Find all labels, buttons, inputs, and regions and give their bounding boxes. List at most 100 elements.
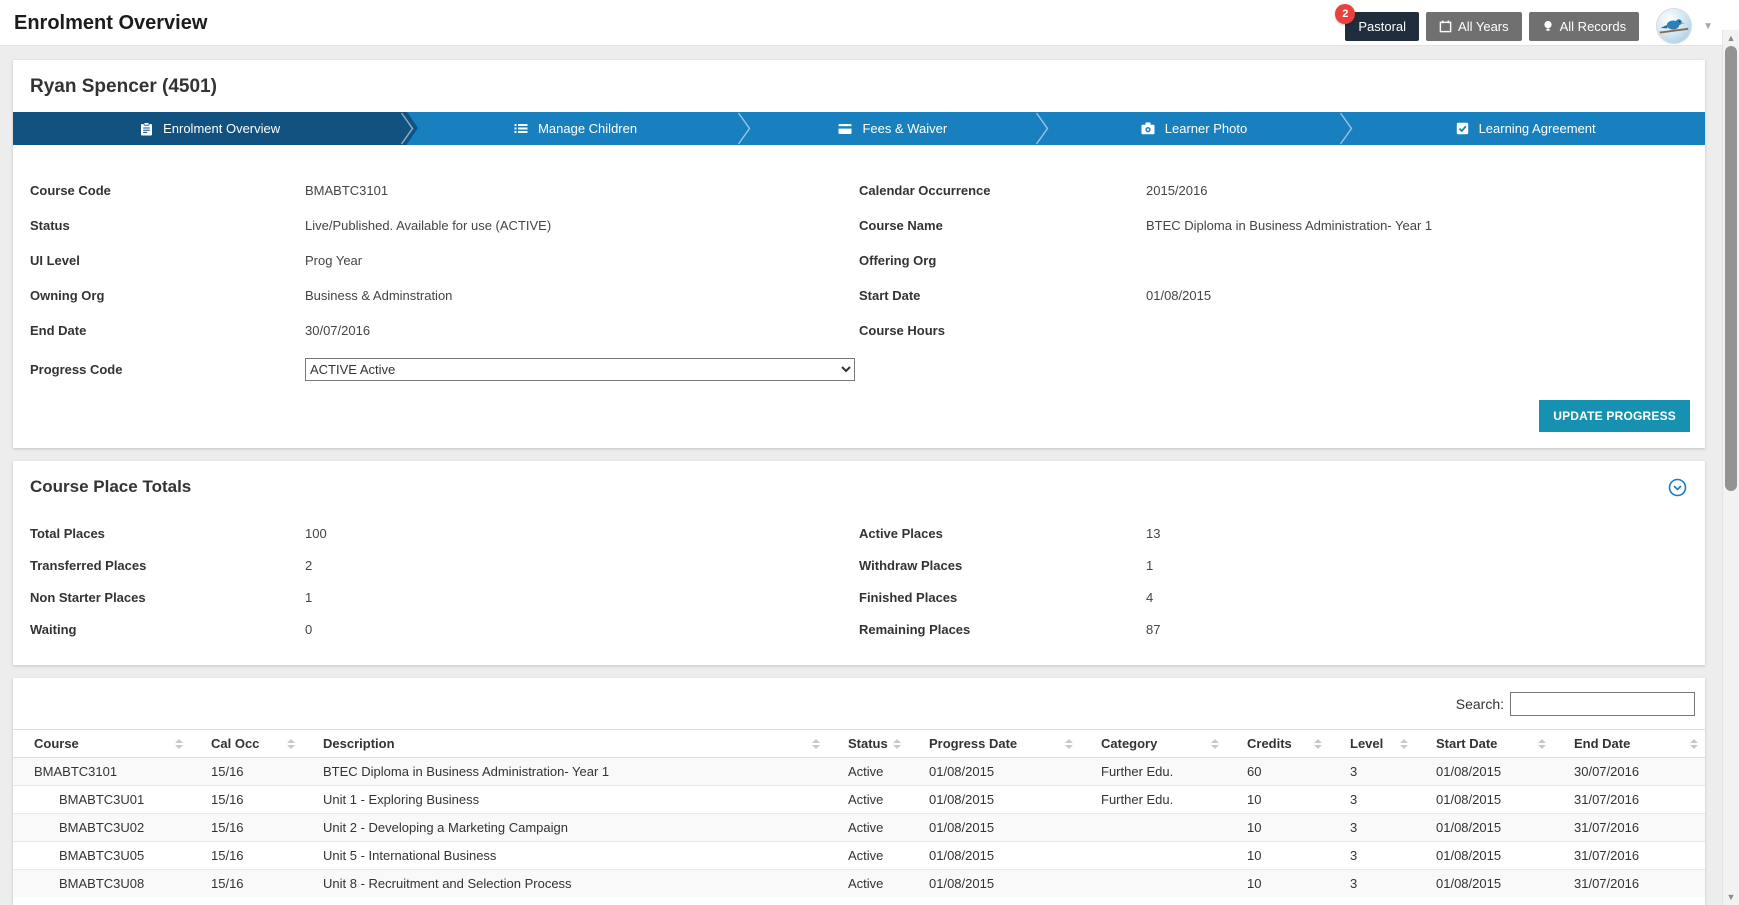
field-label: Total Places — [30, 526, 305, 541]
main-content: Ryan Spencer (4501) Enrolment Overview M… — [0, 46, 1739, 905]
field-value: 13 — [1146, 526, 1160, 541]
sort-icon — [1400, 739, 1408, 749]
field-course-code: Course Code BMABTC3101 — [13, 173, 859, 208]
notification-badge: 2 — [1335, 4, 1355, 24]
all-records-button[interactable]: All Records — [1529, 12, 1639, 41]
field-value: 87 — [1146, 622, 1160, 637]
field-ui-level: UI Level Prog Year — [13, 243, 859, 278]
totals-header: Course Place Totals — [13, 477, 1705, 497]
courses-table-card: Search: Course Cal Occ Description Statu… — [13, 678, 1705, 905]
field-label: Start Date — [859, 288, 1146, 303]
enrolment-card: Ryan Spencer (4501) Enrolment Overview M… — [13, 60, 1705, 448]
update-progress-row: UPDATE PROGRESS — [13, 390, 1705, 448]
field-label: Course Hours — [859, 323, 1146, 338]
all-records-label: All Records — [1560, 19, 1626, 34]
tab-manage-children[interactable]: Manage Children — [407, 112, 744, 145]
tab-separator — [401, 112, 414, 145]
vertical-scrollbar[interactable]: ▲ ▼ — [1722, 30, 1739, 905]
tab-separator — [1340, 112, 1353, 145]
field-value: 0 — [305, 622, 312, 637]
col-end-date[interactable]: End Date — [1553, 730, 1705, 758]
avatar[interactable] — [1656, 8, 1692, 44]
field-value: Business & Adminstration — [305, 288, 452, 303]
details-right-column: Calendar Occurrence 2015/2016 Course Nam… — [859, 173, 1705, 348]
field-course-name: Course Name BTEC Diploma in Business Adm… — [859, 208, 1705, 243]
wallet-icon — [838, 123, 852, 135]
table-row[interactable]: BMABTC3101 15/16 BTEC Diploma in Busines… — [13, 758, 1705, 786]
field-value: 100 — [305, 526, 327, 541]
totals-left-column: Total Places 100 Transferred Places 2 No… — [13, 517, 859, 645]
sort-icon — [1211, 739, 1219, 749]
table-row[interactable]: BMABTC3U05 15/16 Unit 5 - International … — [13, 842, 1705, 870]
waiting-row: Waiting 0 — [13, 613, 859, 645]
courses-table: Course Cal Occ Description Status Progre… — [13, 729, 1705, 897]
pastoral-label: Pastoral — [1358, 19, 1406, 34]
col-credits[interactable]: Credits — [1226, 730, 1329, 758]
field-value: 30/07/2016 — [305, 323, 370, 338]
all-years-button[interactable]: All Years — [1426, 12, 1522, 41]
field-label: Course Name — [859, 218, 1146, 233]
field-value: Prog Year — [305, 253, 362, 268]
table-search-row: Search: — [13, 692, 1705, 716]
active-places-row: Active Places 13 — [859, 517, 1705, 549]
total-places-row: Total Places 100 — [13, 517, 859, 549]
search-label: Search: — [1456, 696, 1504, 712]
scroll-up-arrow[interactable]: ▲ — [1723, 33, 1739, 43]
field-value: BTEC Diploma in Business Administration-… — [1146, 218, 1432, 233]
tab-learner-photo[interactable]: Learner Photo — [1042, 112, 1347, 145]
chevron-down-icon[interactable]: ▼ — [1703, 21, 1713, 32]
scroll-down-arrow[interactable]: ▼ — [1723, 892, 1739, 902]
field-owning-org: Owning Org Business & Adminstration — [13, 278, 859, 313]
table-row[interactable]: BMABTC3U01 15/16 Unit 1 - Exploring Busi… — [13, 786, 1705, 814]
field-calendar-occurrence: Calendar Occurrence 2015/2016 — [859, 173, 1705, 208]
scrollbar-thumb[interactable] — [1725, 46, 1737, 491]
tab-label: Fees & Waiver — [862, 121, 947, 136]
page-title: Enrolment Overview — [14, 12, 207, 35]
sort-icon — [812, 739, 820, 749]
top-bar: Enrolment Overview 2 Pastoral All Years … — [0, 0, 1739, 46]
sort-icon — [1690, 739, 1698, 749]
tab-enrolment-overview[interactable]: Enrolment Overview — [13, 112, 407, 145]
field-label: Non Starter Places — [30, 590, 305, 605]
col-start-date[interactable]: Start Date — [1415, 730, 1553, 758]
update-progress-button[interactable]: UPDATE PROGRESS — [1539, 400, 1690, 432]
camera-icon — [1141, 122, 1155, 135]
progress-code-select[interactable]: ACTIVE Active — [305, 358, 855, 381]
field-value: 2 — [305, 558, 312, 573]
table-row[interactable]: BMABTC3U02 15/16 Unit 2 - Developing a M… — [13, 814, 1705, 842]
col-category[interactable]: Category — [1080, 730, 1226, 758]
col-course[interactable]: Course — [13, 730, 190, 758]
col-description[interactable]: Description — [302, 730, 827, 758]
checkbox-icon — [1456, 122, 1469, 135]
sort-icon — [893, 739, 901, 749]
sort-icon — [1065, 739, 1073, 749]
non-starter-places-row: Non Starter Places 1 — [13, 581, 859, 613]
field-value: 1 — [1146, 558, 1153, 573]
collapse-chevron-icon[interactable] — [1668, 478, 1687, 497]
list-icon — [514, 122, 528, 135]
sort-icon — [287, 739, 295, 749]
field-label: Waiting — [30, 622, 305, 637]
wizard-bar: Enrolment Overview Manage Children Fees … — [13, 112, 1705, 145]
tab-separator — [737, 112, 750, 145]
table-row[interactable]: BMABTC3U08 15/16 Unit 8 - Recruitment an… — [13, 870, 1705, 898]
field-label: Status — [30, 218, 305, 233]
field-label: Remaining Places — [859, 622, 1146, 637]
search-input[interactable] — [1510, 692, 1695, 716]
tab-learning-agreement[interactable]: Learning Agreement — [1346, 112, 1705, 145]
col-progress-date[interactable]: Progress Date — [908, 730, 1080, 758]
student-heading: Ryan Spencer (4501) — [30, 76, 1705, 98]
col-cal-occ[interactable]: Cal Occ — [190, 730, 302, 758]
col-level[interactable]: Level — [1329, 730, 1415, 758]
finished-places-row: Finished Places 4 — [859, 581, 1705, 613]
tab-label: Learner Photo — [1165, 121, 1247, 136]
col-status[interactable]: Status — [827, 730, 908, 758]
bulb-icon — [1542, 20, 1554, 33]
tab-fees-waiver[interactable]: Fees & Waiver — [744, 112, 1042, 145]
pastoral-button[interactable]: 2 Pastoral — [1345, 12, 1419, 41]
field-label: End Date — [30, 323, 305, 338]
tab-label: Enrolment Overview — [163, 121, 280, 136]
field-start-date: Start Date 01/08/2015 — [859, 278, 1705, 313]
tab-label: Learning Agreement — [1479, 121, 1596, 136]
totals-right-column: Active Places 13 Withdraw Places 1 Finis… — [859, 517, 1705, 645]
